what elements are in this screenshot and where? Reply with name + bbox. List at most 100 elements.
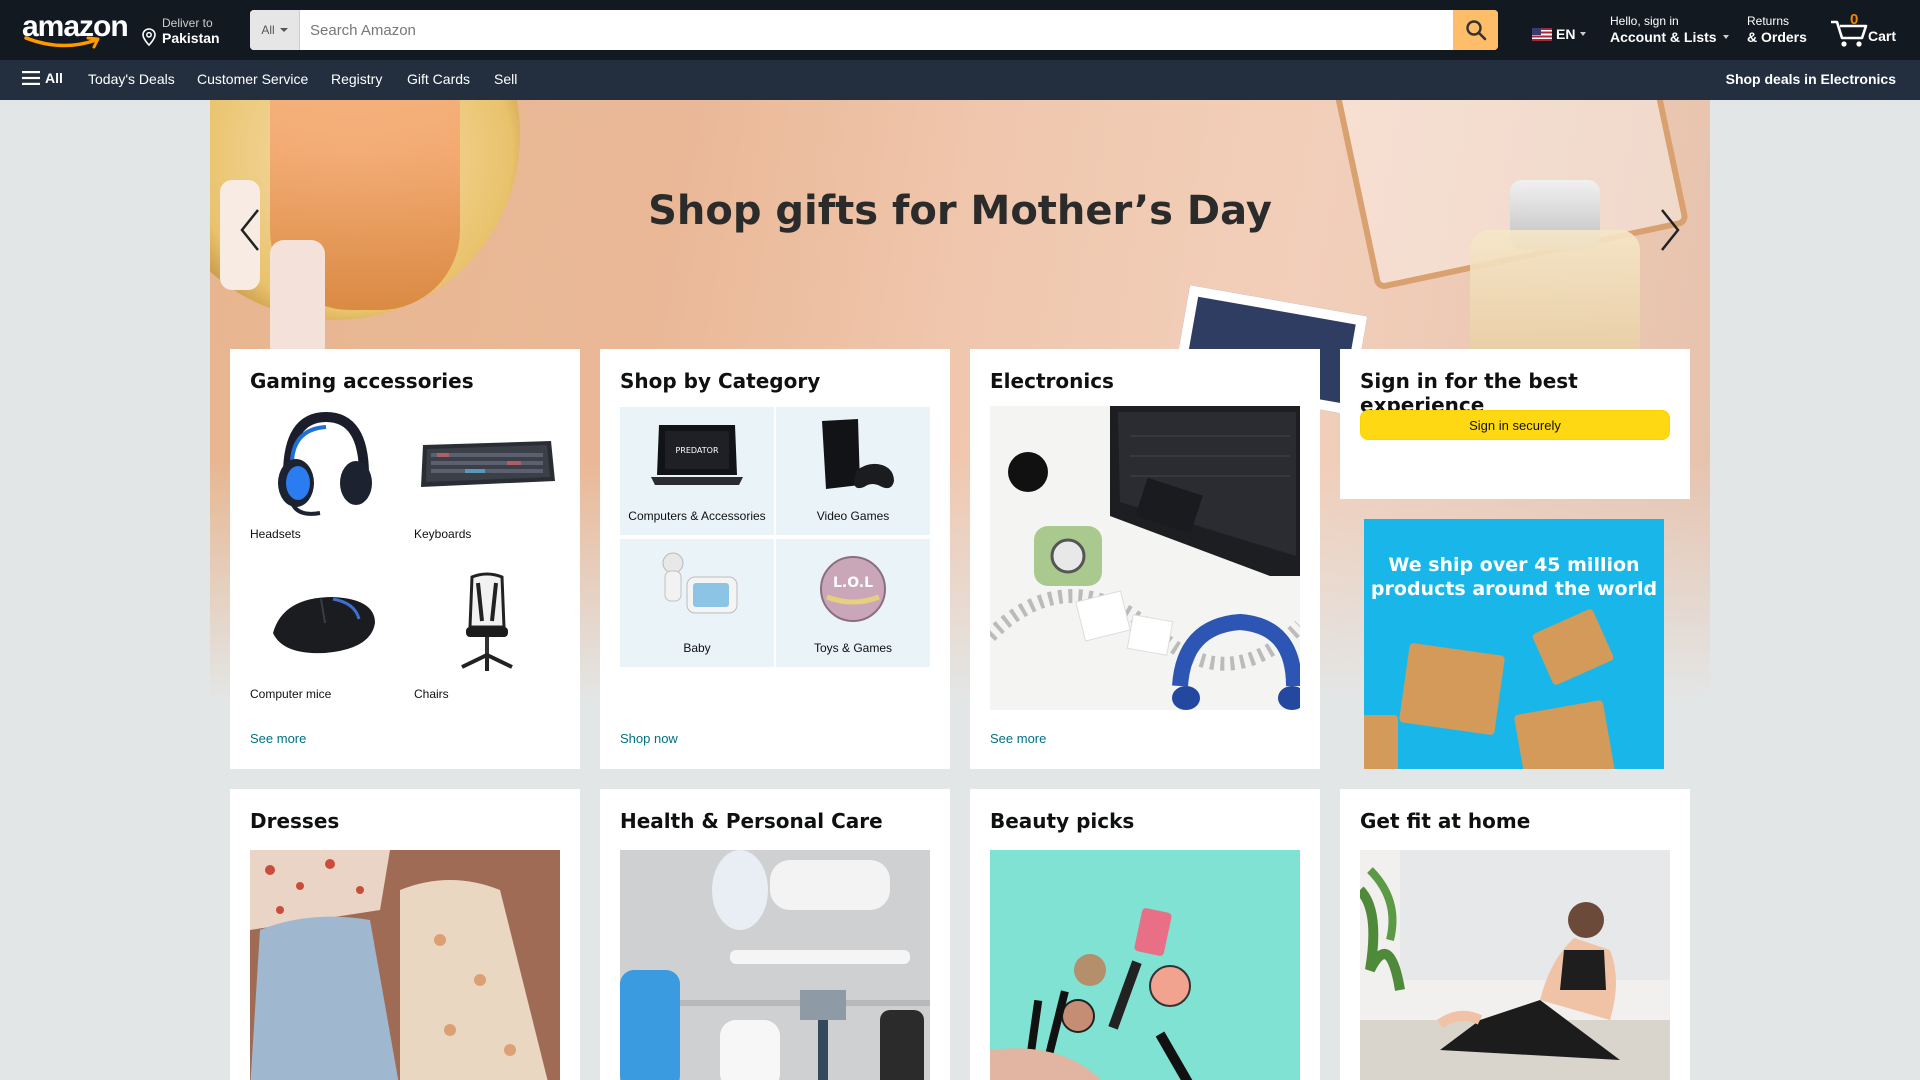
gaming-item-label: Computer mice xyxy=(250,687,332,701)
chevron-right-icon xyxy=(1661,209,1680,251)
search-category-dropdown[interactable]: All xyxy=(250,10,300,50)
dresses-photo xyxy=(250,850,560,1080)
electronics-deals-link[interactable]: Shop deals in Electronics xyxy=(1726,71,1896,87)
category-label: Video Games xyxy=(816,509,890,523)
baby-monitor-image xyxy=(662,552,738,614)
category-toys-games[interactable]: L.O.L Toys & Games xyxy=(776,539,930,667)
svg-text:L.O.L: L.O.L xyxy=(833,575,873,591)
fitness-photo xyxy=(1360,850,1670,1080)
category-baby[interactable]: Baby xyxy=(620,539,774,667)
language-selector[interactable]: EN xyxy=(1532,24,1587,44)
category-video-games[interactable]: Video Games xyxy=(776,407,930,535)
cart-button[interactable]: 0 Cart xyxy=(1830,10,1910,50)
returns-orders[interactable]: Returns & Orders xyxy=(1747,14,1807,45)
nav-link-todays-deals[interactable]: Today's Deals xyxy=(88,71,175,87)
electronics-image[interactable] xyxy=(990,406,1300,710)
card-sign-in: Sign in for the best experience Sign in … xyxy=(1340,349,1690,499)
search-input[interactable] xyxy=(300,10,1453,50)
card-electronics: Electronics See more xyxy=(970,349,1320,769)
search-category-label: All xyxy=(261,23,275,37)
package-box-icon xyxy=(1531,607,1615,687)
nav-link-customer-service[interactable]: Customer Service xyxy=(197,71,308,87)
card-title: Dresses xyxy=(250,809,340,833)
keyboard-image xyxy=(421,441,555,487)
orders-label: & Orders xyxy=(1747,29,1807,45)
gaming-see-more-link[interactable]: See more xyxy=(250,731,306,746)
account-greeting: Hello, sign in xyxy=(1610,14,1679,28)
package-box-icon xyxy=(1364,715,1398,769)
package-box-icon xyxy=(1513,699,1617,769)
gaming-item-label: Chairs xyxy=(414,687,449,701)
nav-link-registry[interactable]: Registry xyxy=(331,71,382,87)
top-nav: amazon Deliver to Pakistan All EN xyxy=(0,0,1920,60)
account-label: Account & Lists xyxy=(1610,29,1717,45)
card-title: Gaming accessories xyxy=(250,369,474,393)
gaming-item-label: Keyboards xyxy=(414,527,472,541)
deliver-to[interactable]: Deliver to Pakistan xyxy=(142,14,224,48)
search-icon xyxy=(1465,20,1486,41)
chair-image xyxy=(461,572,513,671)
hero-nail-polish xyxy=(270,240,325,360)
carousel-next-button[interactable] xyxy=(1650,200,1690,260)
location-pin-icon xyxy=(142,28,156,46)
amazon-logo[interactable]: amazon xyxy=(20,10,129,50)
caret-down-icon xyxy=(1580,32,1587,36)
card-title: Health & Personal Care xyxy=(620,809,883,833)
shipping-ad-text: We ship over 45 million products around … xyxy=(1370,554,1658,600)
card-title: Beauty picks xyxy=(990,809,1135,833)
gaming-item-chairs[interactable]: Chairs xyxy=(414,565,560,705)
nav-link-sell[interactable]: Sell xyxy=(494,71,517,87)
electronics-see-more-link[interactable]: See more xyxy=(990,731,1046,746)
gaming-item-computer-mice[interactable]: Computer mice xyxy=(250,565,396,705)
gaming-item-headsets[interactable]: Headsets xyxy=(250,405,396,545)
account-menu[interactable]: Hello, sign in Account & Lists xyxy=(1610,14,1729,45)
returns-label: Returns xyxy=(1747,14,1790,28)
carousel-prev-button[interactable] xyxy=(230,200,270,260)
beauty-photo xyxy=(990,850,1300,1080)
search-button[interactable] xyxy=(1453,10,1498,50)
card-dresses: Dresses xyxy=(230,789,580,1080)
hero-headline: Shop gifts for Mother’s Day xyxy=(648,188,1272,234)
get-fit-image[interactable] xyxy=(1360,850,1670,1080)
gaming-item-label: Headsets xyxy=(250,527,301,541)
cart-label: Cart xyxy=(1868,28,1897,44)
sub-nav: All Today's Deals Customer Service Regis… xyxy=(0,60,1920,100)
shipping-ad-banner[interactable]: We ship over 45 million products around … xyxy=(1364,519,1664,769)
dresses-image[interactable] xyxy=(250,850,560,1080)
us-flag-icon xyxy=(1532,27,1552,41)
card-title: Electronics xyxy=(990,369,1114,393)
category-label: Baby xyxy=(683,641,711,655)
language-label: EN xyxy=(1556,26,1576,42)
chevron-left-icon xyxy=(240,209,259,251)
card-title: Shop by Category xyxy=(620,369,821,393)
cart-icon xyxy=(1831,20,1868,47)
all-menu-label: All xyxy=(45,70,63,86)
card-gaming-accessories: Gaming accessories Headsets Keyboards Co… xyxy=(230,349,580,769)
mouse-image xyxy=(273,597,375,654)
health-care-image[interactable] xyxy=(620,850,930,1080)
package-box-icon xyxy=(1398,642,1506,736)
sign-in-securely-button[interactable]: Sign in securely xyxy=(1360,410,1670,440)
toy-ball-image: L.O.L xyxy=(820,556,886,622)
gaming-item-keyboards[interactable]: Keyboards xyxy=(414,405,560,545)
card-beauty-picks: Beauty picks xyxy=(970,789,1320,1080)
category-shop-now-link[interactable]: Shop now xyxy=(620,731,678,746)
category-label: Computers & Accessories xyxy=(628,509,766,523)
category-label: Toys & Games xyxy=(813,641,893,655)
beauty-picks-image[interactable] xyxy=(990,850,1300,1080)
search-bar: All xyxy=(250,10,1498,50)
logo-smile-icon xyxy=(24,36,100,49)
electronics-photo xyxy=(990,406,1300,710)
hamburger-icon xyxy=(22,71,40,85)
card-health-personal-care: Health & Personal Care xyxy=(600,789,950,1080)
card-shop-by-category: Shop by Category PREDATOR Computers & Ac… xyxy=(600,349,950,769)
caret-down-icon xyxy=(279,28,288,32)
svg-text:PREDATOR: PREDATOR xyxy=(675,446,718,455)
deliver-label: Deliver to xyxy=(162,16,213,30)
all-menu-button[interactable]: All xyxy=(22,70,63,86)
category-computers-accessories[interactable]: PREDATOR Computers & Accessories xyxy=(620,407,774,535)
nav-link-gift-cards[interactable]: Gift Cards xyxy=(407,71,470,87)
card-get-fit-at-home: Get fit at home xyxy=(1340,789,1690,1080)
headset-image xyxy=(278,411,372,516)
card-title: Get fit at home xyxy=(1360,809,1531,833)
